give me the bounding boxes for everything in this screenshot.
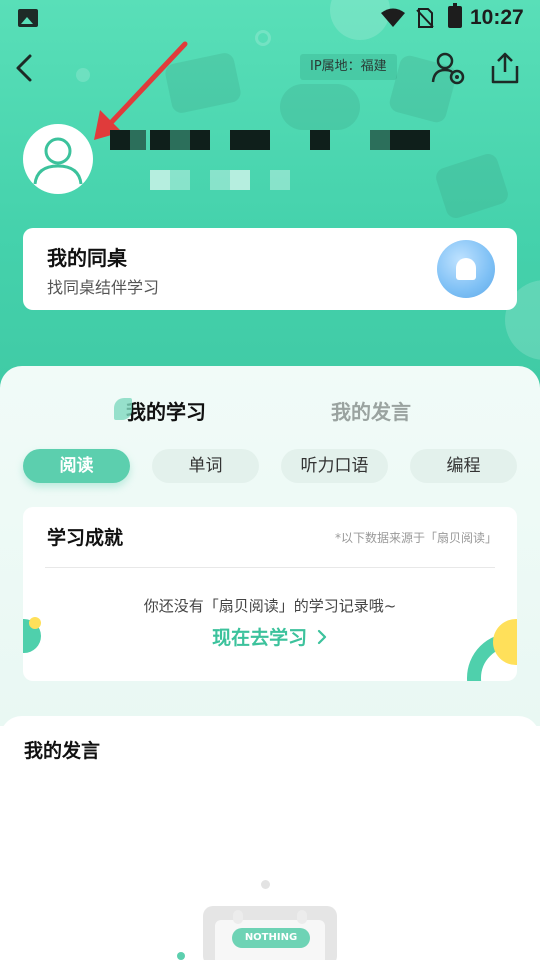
divider [45,567,495,568]
nothing-label: NOTHING [232,928,310,948]
go-study-link[interactable]: 现在去学习 [23,623,517,650]
user-settings-icon[interactable] [430,50,466,86]
category-chip-listening-speaking[interactable]: 听力口语 [281,449,388,483]
no-sim-icon [416,8,434,28]
achievement-title: 学习成就 [47,527,124,549]
deskmate-illustration-icon [437,240,495,298]
status-time: 10:27 [470,6,524,29]
ip-location-badge: IP属地：福建 [300,54,397,80]
tab-my-study[interactable]: 我的学习 [114,396,206,425]
chevron-right-icon [317,629,326,645]
category-chip-reading[interactable]: 阅读 [23,449,130,483]
my-posts-section: 我的发言 NOTHING [0,716,540,960]
deskmate-title: 我的同桌 [47,246,127,270]
decor-circle [29,617,41,629]
red-arrow-annotation [94,41,188,140]
decor-dot [261,880,270,889]
my-posts-title: 我的发言 [24,740,101,762]
category-chip-words[interactable]: 单词 [152,449,259,483]
battery-icon [448,3,462,28]
go-study-label: 现在去学习 [212,627,308,649]
status-bar: 10:27 [0,0,540,36]
deskmate-subtitle: 找同桌结伴学习 [47,278,160,297]
wifi-icon [381,8,405,27]
avatar[interactable] [23,124,93,194]
category-chip-programming[interactable]: 编程 [410,449,517,483]
empty-state-text: 你还没有「扇贝阅读」的学习记录哦~ [143,597,397,615]
decor-dot [76,68,90,82]
headphone-decor-icon [280,84,360,130]
code-decor-icon [433,151,511,221]
achievement-source-note: *以下数据来源于「扇贝阅读」 [334,531,497,545]
profile-header: 10:27 IP属地：福建 我的同桌 找同桌结伴学习 [0,0,540,420]
tab-my-posts[interactable]: 我的发言 [331,396,411,425]
achievement-card: 学习成就 *以下数据来源于「扇贝阅读」 你还没有「扇贝阅读」的学习记录哦~ 现在… [23,507,517,681]
share-icon[interactable] [488,50,522,86]
default-avatar-icon [33,137,83,185]
study-section: 我的学习 我的发言 阅读 单词 听力口语 编程 学习成就 *以下数据来源于「扇贝… [0,366,540,726]
gallery-notification-icon [18,9,38,27]
deskmate-card[interactable]: 我的同桌 找同桌结伴学习 [23,228,517,310]
decor-dot [177,952,185,960]
back-chevron-icon[interactable] [12,50,40,86]
empty-posts-illustration: NOTHING [203,906,337,960]
